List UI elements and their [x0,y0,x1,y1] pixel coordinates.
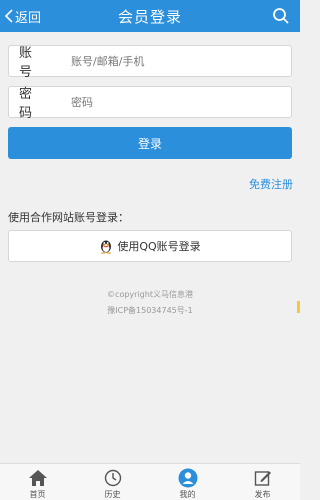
tab-mine[interactable]: 我的 [150,464,225,500]
clock-icon [103,468,123,488]
tab-home-label: 首页 [29,490,46,499]
qq-login-button[interactable]: 使用QQ账号登录 [8,230,292,262]
header-bar: 返回 会员登录 [0,0,300,32]
qq-penguin-icon [101,240,112,254]
account-label: 账 号 [19,46,43,80]
tab-publish-label: 发布 [254,490,271,499]
side-tab[interactable] [297,301,300,313]
login-button[interactable]: 登录 [8,127,292,159]
account-input[interactable] [71,54,271,68]
search-icon[interactable] [272,7,290,25]
password-field: 密 码 [8,86,292,121]
qq-login-label: 使用QQ账号登录 [117,240,201,253]
tab-publish[interactable]: 发布 [225,464,300,500]
home-icon [28,468,48,488]
tab-history-label: 历史 [104,490,121,499]
password-label: 密 码 [19,87,43,121]
partner-login-text: 使用合作网站账号登录： [8,211,129,224]
tab-home[interactable]: 首页 [0,464,75,500]
register-link[interactable]: 免费注册 [249,176,293,192]
copyright-text: ©copyright义马信息港 [107,290,193,299]
user-icon [178,468,198,488]
page-title: 会员登录 [117,8,182,26]
account-field: 账 号 [8,45,292,80]
edit-icon [253,468,273,488]
tab-mine-label: 我的 [179,490,196,499]
tab-history[interactable]: 历史 [75,464,150,500]
icp-text: 豫ICP备15034745号-1 [107,306,193,315]
bottom-tab-bar: 首页 历史 我的 发布 [0,463,300,500]
password-input[interactable] [71,95,271,109]
